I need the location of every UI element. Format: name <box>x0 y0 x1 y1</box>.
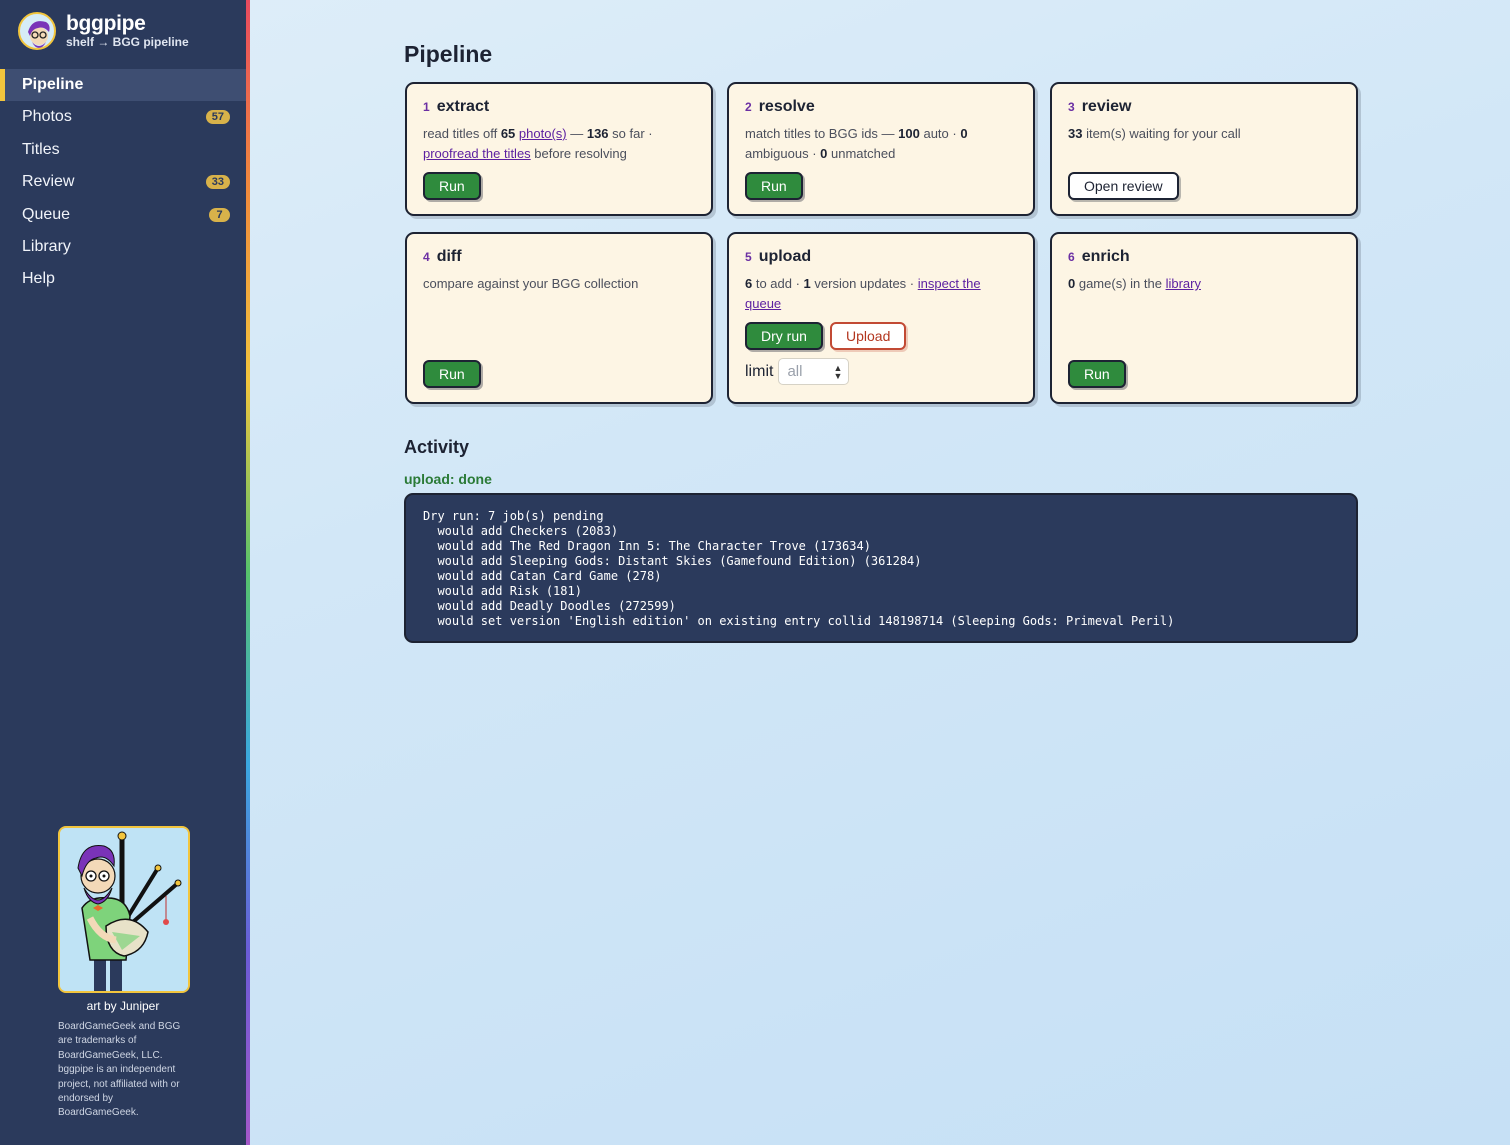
step-description: read titles off 65 photo(s) — 136 so far… <box>423 126 653 161</box>
sidebar-item-queue[interactable]: Queue 7 <box>0 199 246 231</box>
sidebar-item-label: Pipeline <box>22 76 84 93</box>
limit-row: limit all ▲ ▼ <box>745 358 850 385</box>
step-card-diff: 4 diff compare against your BGG collecti… <box>405 232 713 404</box>
sidebar-item-label: Photos <box>22 108 72 126</box>
log-line: would set version 'English edition' on e… <box>423 614 1175 628</box>
auto-count: 100 <box>898 126 920 141</box>
brand-name: bggpipe <box>66 12 146 35</box>
step-card-review: 3 review 33 item(s) waiting for your cal… <box>1050 82 1358 216</box>
log-line: would add Checkers (2083) <box>423 524 619 538</box>
sidebar: bggpipe shelf → BGG pipeline Pipeline Ph… <box>0 0 246 1145</box>
brand[interactable]: bggpipe shelf → BGG pipeline <box>18 12 189 50</box>
art-credit: art by Juniper <box>86 999 160 1013</box>
sidebar-item-label: Review <box>22 173 75 191</box>
step-description: match titles to BGG ids — 100 auto · 0 a… <box>745 126 968 161</box>
sidebar-item-label: Library <box>22 237 71 255</box>
resolve-run-button[interactable]: Run <box>745 172 803 200</box>
proofread-titles-link[interactable]: proofread the titles <box>423 146 531 161</box>
log-line: would add Deadly Doodles (272599) <box>423 599 676 613</box>
step-description: compare against your BGG collection <box>423 276 639 291</box>
sidebar-item-label: Titles <box>22 140 60 158</box>
limit-placeholder: all <box>787 363 803 380</box>
log-line: Dry run: 7 job(s) pending <box>423 509 604 523</box>
open-review-button[interactable]: Open review <box>1068 172 1179 200</box>
activity-title: Activity <box>404 437 470 457</box>
library-link[interactable]: library <box>1166 276 1201 291</box>
brand-subtitle: shelf → BGG pipeline <box>66 35 189 49</box>
activity-status: upload: done <box>404 471 492 487</box>
waiting-count: 33 <box>1068 126 1083 141</box>
sidebar-item-label: Help <box>22 270 55 288</box>
ambiguous-count: 0 <box>960 126 968 141</box>
limit-label: limit <box>745 362 774 380</box>
step-number: 4 <box>423 250 430 264</box>
log-line: would add Risk (181) <box>423 584 582 598</box>
step-title: resolve <box>758 98 815 115</box>
step-title: upload <box>758 248 812 265</box>
step-description: 33 item(s) waiting for your call <box>1068 126 1241 141</box>
dry-run-button[interactable]: Dry run <box>745 322 823 350</box>
log-line: would add Sleeping Gods: Distant Skies (… <box>423 554 922 568</box>
step-card-resolve: 2 resolve match titles to BGG ids — 100 … <box>727 82 1035 216</box>
diff-run-button[interactable]: Run <box>423 360 481 388</box>
rainbow-divider <box>246 0 250 1145</box>
step-description: 6 to add · 1 version updates · inspect t… <box>745 276 981 311</box>
photos-link[interactable]: photo(s) <box>519 126 567 141</box>
bagpiper-illustration <box>58 826 190 993</box>
sofar-count: 136 <box>586 126 609 141</box>
step-number: 6 <box>1068 250 1075 264</box>
sidebar-item-help[interactable]: Help <box>0 263 246 295</box>
review-count-badge: 33 <box>205 175 230 190</box>
step-title: extract <box>436 98 490 115</box>
enrich-run-button[interactable]: Run <box>1068 360 1126 388</box>
step-card-upload: 5 upload 6 to add · 1 version updates · … <box>727 232 1035 404</box>
step-number: 1 <box>423 100 430 114</box>
limit-number-input[interactable]: all ▲ ▼ <box>778 358 850 385</box>
sidebar-item-review[interactable]: Review 33 <box>0 166 246 198</box>
step-number: 3 <box>1068 100 1075 114</box>
step-card-enrich: 6 enrich 0 game(s) in the library Run <box>1050 232 1358 404</box>
log-line: would add Catan Card Game (278) <box>423 569 662 583</box>
step-number: 2 <box>745 100 752 114</box>
page-title: Pipeline <box>404 41 493 67</box>
photos-count: 65 <box>500 126 516 141</box>
stepper-arrows-icon[interactable]: ▲ ▼ <box>834 363 843 380</box>
step-title: review <box>1081 98 1132 115</box>
step-card-extract: 1 extract read titles off 65 photo(s) — … <box>405 82 713 216</box>
sidebar-item-label: Queue <box>22 205 71 223</box>
photos-count-badge: 57 <box>205 110 230 125</box>
log-line: would add The Red Dragon Inn 5: The Char… <box>423 539 871 553</box>
version-count: 1 <box>803 276 811 291</box>
activity-log: Dry run: 7 job(s) pending would add Chec… <box>404 493 1358 643</box>
step-description: 0 game(s) in the library <box>1068 276 1201 291</box>
step-title: enrich <box>1081 248 1130 265</box>
brand-logo-icon <box>18 12 56 50</box>
extract-run-button[interactable]: Run <box>423 172 481 200</box>
sidebar-item-titles[interactable]: Titles <box>0 134 246 166</box>
sidebar-item-pipeline[interactable]: Pipeline <box>0 69 246 101</box>
legal-notice: BoardGameGeek and BGG are trademarks of … <box>58 1021 181 1119</box>
step-title: diff <box>436 248 462 265</box>
sidebar-item-library[interactable]: Library <box>0 231 246 263</box>
upload-button[interactable]: Upload <box>830 322 907 350</box>
step-number: 5 <box>745 250 752 264</box>
queue-count-badge: 7 <box>209 207 230 222</box>
sidebar-item-photos[interactable]: Photos 57 <box>0 101 246 133</box>
sidebar-nav: Pipeline Photos 57 Titles Review 33 Queu… <box>0 69 246 296</box>
